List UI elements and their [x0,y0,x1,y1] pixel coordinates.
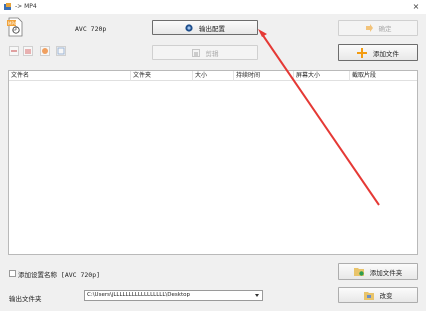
change-button[interactable]: 改变 [338,287,418,303]
append-preset-checkbox[interactable] [9,270,16,277]
append-preset-label: 添加设置名称 [AVC 720p] [18,271,101,279]
change-label: 改变 [379,292,393,300]
dropdown-arrow-icon [255,294,259,297]
output-folder-dropdown[interactable]: C:\Users\jLLLLLLLLLLLLLLLLL\Desktop [84,290,263,301]
add-folder-label: 添加文件夹 [369,268,403,277]
folder-add-icon [353,268,364,276]
output-folder-path: C:\Users\jLLLLLLLLLLLLLLLLL\Desktop [87,292,190,298]
folder-icon [363,291,374,300]
output-folder-label: 输出文件夹 [9,295,42,303]
add-folder-button[interactable]: 添加文件夹 [338,263,418,280]
